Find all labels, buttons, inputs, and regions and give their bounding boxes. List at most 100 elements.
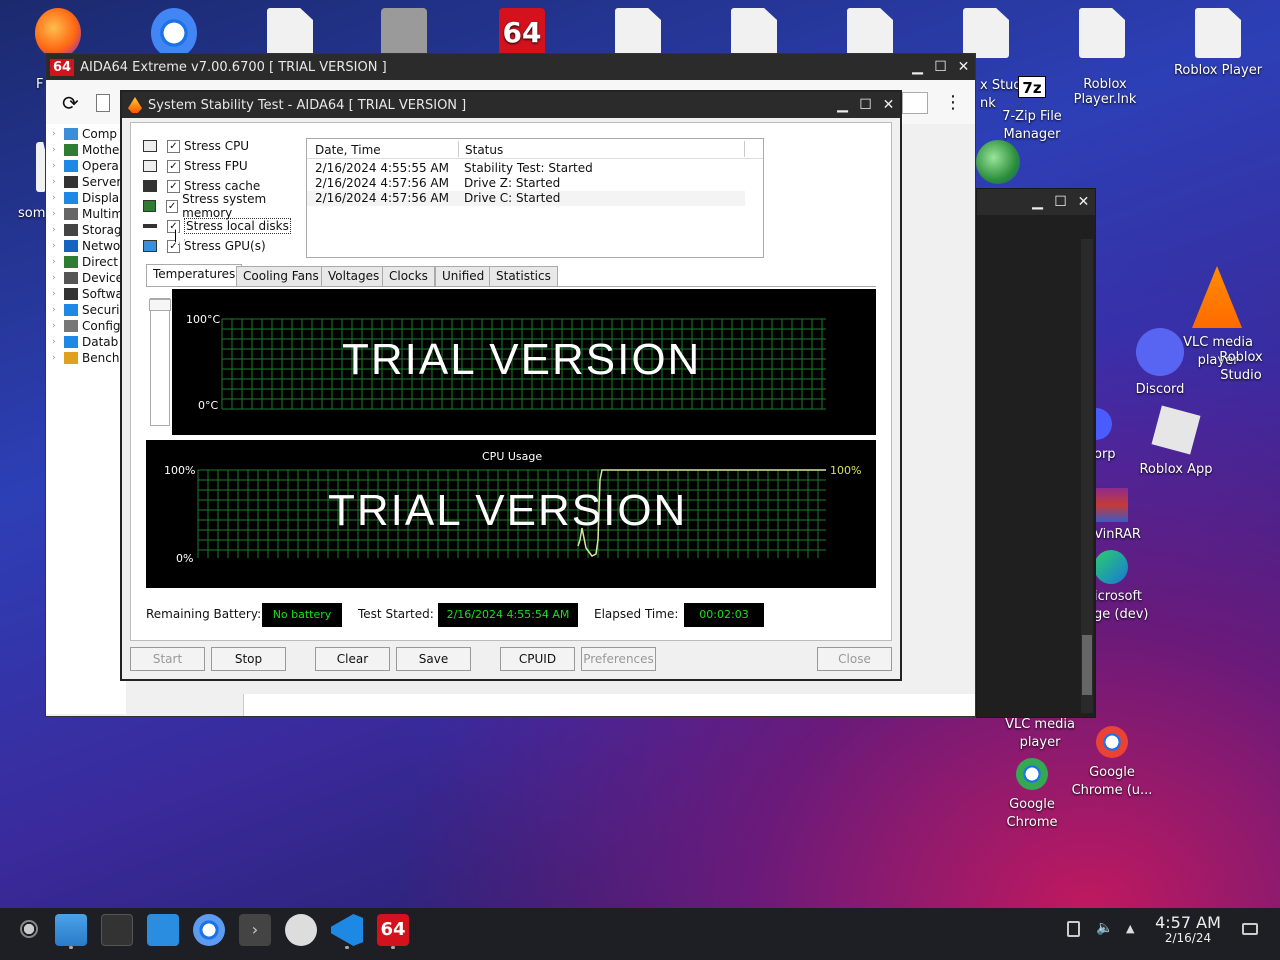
expand-arrow-icon[interactable]: › [52, 289, 64, 299]
stress-cpu-option[interactable]: ✓ Stress CPU [143, 136, 309, 156]
tree-item[interactable]: › Storag [46, 222, 126, 238]
expand-arrow-icon[interactable]: › [52, 161, 64, 171]
expand-arrow-icon[interactable]: › [52, 225, 64, 235]
tree-item[interactable]: › Opera [46, 158, 126, 174]
desktop-icon-roblox-player-lnk[interactable] [1054, 8, 1150, 62]
tree-item[interactable]: › Direct [46, 254, 126, 270]
file-manager-icon[interactable] [55, 914, 87, 946]
minimize-button[interactable]: ▁ [1026, 189, 1049, 215]
stress-memory-checkbox[interactable]: ✓ [166, 199, 179, 213]
desktop-icon-label[interactable]: Google Chrome [992, 796, 1072, 832]
expand-arrow-icon[interactable]: › [52, 241, 64, 251]
refresh-icon[interactable]: ⟳ [62, 91, 79, 115]
minimize-button[interactable]: ▁ [906, 54, 929, 80]
expand-arrow-icon[interactable]: › [52, 273, 64, 283]
expand-arrow-icon[interactable]: › [52, 257, 64, 267]
maximize-button[interactable]: ☐ [1049, 189, 1072, 215]
tree-item[interactable]: › Mothe [46, 142, 126, 158]
terminal-icon[interactable]: › [239, 914, 271, 946]
winrar-icon[interactable] [1094, 488, 1128, 522]
tree-item[interactable]: › Securi [46, 302, 126, 318]
main-titlebar[interactable]: 64 AIDA64 Extreme v7.00.6700 [ TRIAL VER… [46, 54, 975, 80]
expand-arrow-icon[interactable]: › [52, 193, 64, 203]
clear-button[interactable]: Clear [315, 647, 390, 671]
scrollbar-thumb[interactable] [1082, 635, 1092, 695]
stress-fpu-option[interactable]: ✓ Stress FPU [143, 156, 309, 176]
tree-item[interactable]: › Server [46, 174, 126, 190]
tab-cooling-fans[interactable]: Cooling Fans [236, 266, 326, 286]
settings-icon[interactable] [101, 914, 133, 946]
desktop-icon-roblox-player[interactable]: Roblox Player [1170, 8, 1266, 80]
status-log-list[interactable]: Date, Time Status 2/16/2024 4:55:55 AM S… [306, 138, 764, 258]
maximize-button[interactable]: ☐ [929, 54, 952, 80]
chrome-taskbar-icon[interactable] [193, 914, 225, 946]
close-button[interactable]: ✕ [1072, 189, 1095, 215]
vm-icon[interactable] [285, 914, 317, 946]
globe-icon[interactable] [976, 140, 1020, 184]
clipboard-icon[interactable] [1067, 921, 1080, 937]
stability-titlebar[interactable]: System Stability Test - AIDA64 [ TRIAL V… [122, 92, 900, 118]
start-menu-icon[interactable] [20, 920, 38, 938]
desktop-icon-label[interactable]: VinRAR [1094, 527, 1141, 542]
sensor-item[interactable] [149, 299, 171, 311]
expand-arrow-icon[interactable]: › [52, 337, 64, 347]
close-button[interactable]: ✕ [952, 54, 975, 80]
tab-temperatures[interactable]: Temperatures [146, 264, 243, 287]
tree-item[interactable]: › Bench [46, 350, 126, 366]
menu-icon[interactable]: ⋮ [944, 92, 962, 113]
expand-arrow-icon[interactable]: › [52, 321, 64, 331]
tree-item[interactable]: › Device [46, 270, 126, 286]
tree-item[interactable]: › Netwo [46, 238, 126, 254]
expand-arrow-icon[interactable]: › [52, 209, 64, 219]
tab-statistics[interactable]: Statistics [489, 266, 558, 286]
preferences-button[interactable]: Preferences [581, 647, 656, 671]
clock-date[interactable]: 2/16/24 [1150, 931, 1226, 945]
tree-item[interactable]: › Datab [46, 334, 126, 350]
expand-arrow-icon[interactable]: › [52, 353, 64, 363]
vlc-icon[interactable] [1192, 266, 1242, 328]
store-icon[interactable] [147, 914, 179, 946]
search-input[interactable] [902, 92, 928, 114]
sevenzip-icon[interactable]: 7z [1018, 76, 1046, 98]
clock-time[interactable]: 4:57 AM [1150, 913, 1226, 932]
desktop-icon-label[interactable]: orp [1094, 447, 1116, 462]
background-window[interactable]: ▁ ☐ ✕ [976, 188, 1096, 718]
stress-fpu-checkbox[interactable]: ✓ [167, 159, 180, 173]
cpuid-button[interactable]: CPUID [500, 647, 575, 671]
expand-arrow-icon[interactable]: › [52, 305, 64, 315]
maximize-button[interactable]: ☐ [854, 92, 877, 118]
stress-memory-option[interactable]: ✓ Stress system memory [143, 192, 309, 220]
tree-item[interactable]: › Displa [46, 190, 126, 206]
stress-cpu-checkbox[interactable]: ✓ [167, 139, 180, 153]
desktop-icon-label[interactable]: Discord [1120, 382, 1200, 397]
column-header-date[interactable]: Date, Time [315, 143, 381, 157]
minimize-button[interactable]: ▁ [831, 92, 854, 118]
desktop-icon-label[interactable]: 7-Zip File Manager [984, 108, 1080, 144]
chrome-icon[interactable] [1096, 726, 1128, 758]
desktop-icon-label[interactable]: VLC media player [996, 716, 1084, 752]
tab-voltages[interactable]: Voltages [321, 266, 387, 286]
tree-item[interactable]: › Comp [46, 126, 126, 142]
close-dialog-button[interactable]: Close [817, 647, 892, 671]
chrome-icon[interactable] [1016, 758, 1048, 790]
stress-cache-checkbox[interactable]: ✓ [167, 179, 180, 193]
stop-button[interactable]: Stop [211, 647, 286, 671]
notifications-icon[interactable] [1242, 923, 1258, 935]
column-header-status[interactable]: Status [465, 143, 503, 157]
start-button[interactable]: Start [130, 647, 205, 671]
desktop-icon-label[interactable]: Roblox App [1130, 462, 1222, 477]
save-button[interactable]: Save [396, 647, 471, 671]
aida64-taskbar-icon[interactable]: 64 [377, 914, 409, 946]
tray-expand-icon[interactable]: ▲ [1126, 922, 1134, 935]
report-icon[interactable] [96, 94, 110, 112]
desktop-icon-label[interactable]: icrosoft ge (dev) [1094, 588, 1164, 624]
scrollbar[interactable] [1081, 239, 1093, 713]
stress-disks-checkbox[interactable]: ✓ [167, 219, 180, 233]
desktop-icon-label[interactable]: som [18, 206, 45, 221]
stress-disks-option[interactable]: ✓ Stress local disks [143, 216, 309, 236]
tree-item[interactable]: › Multim [46, 206, 126, 222]
volume-icon[interactable]: 🔈 [1096, 920, 1113, 936]
tab-unified[interactable]: Unified [435, 266, 492, 286]
discord-icon[interactable] [1136, 328, 1184, 376]
tree-item[interactable]: › Softwa [46, 286, 126, 302]
